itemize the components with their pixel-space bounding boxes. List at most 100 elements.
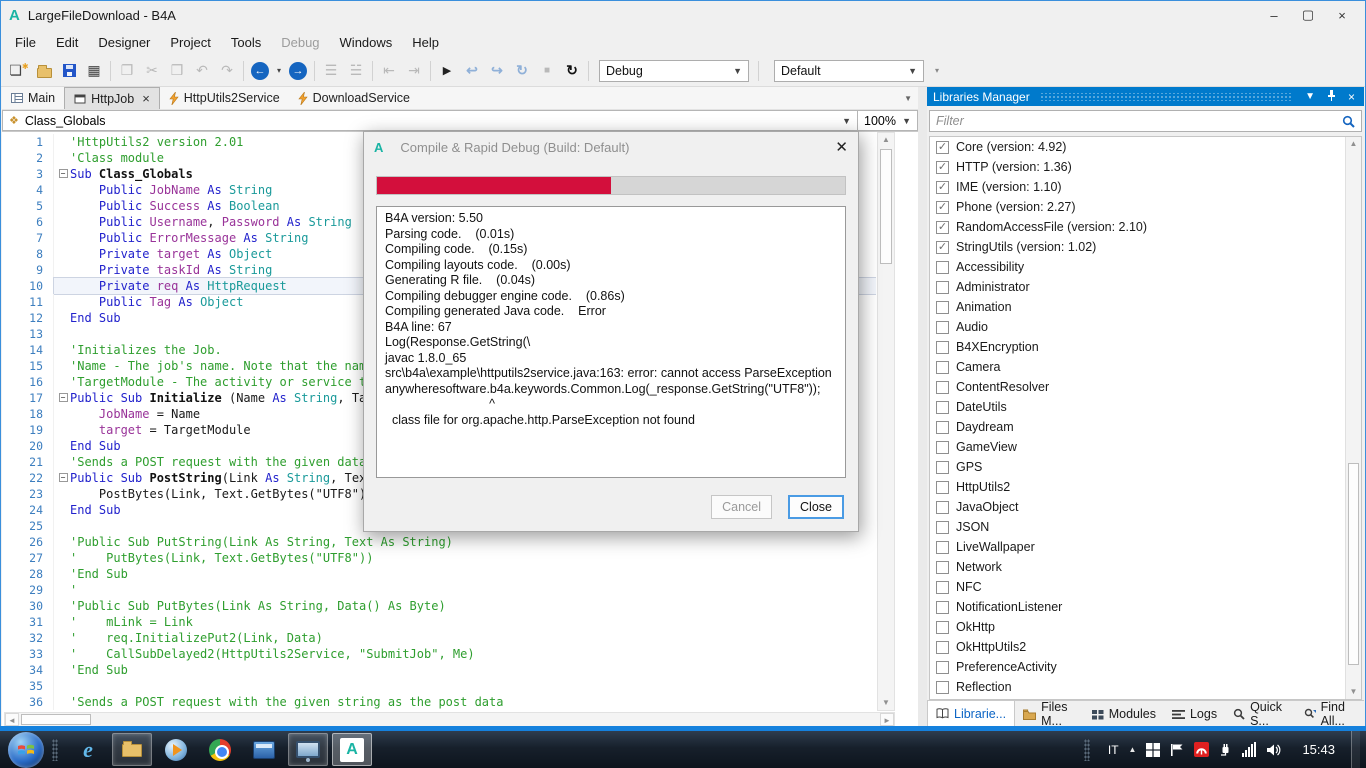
line-number[interactable]: 12 bbox=[2, 310, 54, 326]
navigate-forward-button[interactable]: → bbox=[286, 59, 310, 83]
checkbox[interactable] bbox=[936, 261, 949, 274]
cut-button[interactable]: ✂ bbox=[140, 59, 164, 83]
library-item[interactable]: JSON bbox=[930, 517, 1361, 537]
scroll-up-icon[interactable]: ▲ bbox=[878, 133, 894, 147]
language-indicator[interactable]: IT bbox=[1108, 743, 1119, 757]
library-item[interactable]: ✓HTTP (version: 1.36) bbox=[930, 157, 1361, 177]
list-scrollbar[interactable]: ▲ ▼ bbox=[1345, 137, 1361, 699]
line-number[interactable]: 28 bbox=[2, 566, 54, 582]
line-number[interactable]: 19 bbox=[2, 422, 54, 438]
checkbox[interactable] bbox=[936, 281, 949, 294]
fold-marker-icon[interactable]: − bbox=[56, 166, 70, 182]
paste-button[interactable]: ❒ bbox=[165, 59, 189, 83]
line-number[interactable]: 8 bbox=[2, 246, 54, 262]
code-line-36[interactable]: 36'Sends a POST request with the given s… bbox=[2, 694, 876, 710]
library-item[interactable]: JavaObject bbox=[930, 497, 1361, 517]
start-button[interactable] bbox=[8, 732, 44, 768]
app-window-button[interactable] bbox=[244, 733, 284, 766]
line-number[interactable]: 7 bbox=[2, 230, 54, 246]
fold-marker-icon[interactable]: − bbox=[56, 390, 70, 406]
code-line-30[interactable]: 30'Public Sub PutBytes(Link As String, D… bbox=[2, 598, 876, 614]
code-line-29[interactable]: 29' bbox=[2, 582, 876, 598]
close-button[interactable]: × bbox=[1327, 4, 1357, 26]
checkbox[interactable] bbox=[936, 481, 949, 494]
menu-windows[interactable]: Windows bbox=[330, 31, 403, 54]
line-number[interactable]: 16 bbox=[2, 374, 54, 390]
library-item[interactable]: HttpUtils2 bbox=[930, 477, 1361, 497]
line-number[interactable]: 34 bbox=[2, 662, 54, 678]
line-number[interactable]: 3 bbox=[2, 166, 54, 182]
pin-icon[interactable] bbox=[1324, 90, 1339, 104]
line-number[interactable]: 24 bbox=[2, 502, 54, 518]
checkbox[interactable] bbox=[936, 581, 949, 594]
panel-tab-findall[interactable]: Find All... bbox=[1296, 701, 1364, 727]
restart-button[interactable]: ↻ bbox=[560, 59, 584, 83]
line-number[interactable]: 33 bbox=[2, 646, 54, 662]
library-item[interactable]: OkHttpUtils2 bbox=[930, 637, 1361, 657]
b4a-taskbar-button[interactable]: A bbox=[332, 733, 372, 766]
panel-menu-icon[interactable]: ▼ bbox=[1302, 91, 1318, 102]
tab-httpjob[interactable]: HttpJob× bbox=[64, 87, 160, 109]
checkbox[interactable] bbox=[936, 541, 949, 554]
checkbox[interactable] bbox=[936, 601, 949, 614]
show-hidden-icons-button[interactable]: ▲ bbox=[1129, 745, 1137, 754]
library-item[interactable]: OkHttp bbox=[930, 617, 1361, 637]
library-item[interactable]: ContentResolver bbox=[930, 377, 1361, 397]
library-item[interactable]: ✓Phone (version: 2.27) bbox=[930, 197, 1361, 217]
menu-edit[interactable]: Edit bbox=[46, 31, 88, 54]
code-line-33[interactable]: 33' CallSubDelayed2(HttpUtils2Service, "… bbox=[2, 646, 876, 662]
checkbox[interactable] bbox=[936, 661, 949, 674]
library-item[interactable]: Accessibility bbox=[930, 257, 1361, 277]
scrollbar-thumb[interactable] bbox=[1348, 463, 1359, 665]
network-signal-icon[interactable] bbox=[1242, 742, 1256, 757]
editor-horizontal-scrollbar[interactable]: ◄ ► bbox=[4, 712, 895, 727]
redo-button[interactable]: ↷ bbox=[215, 59, 239, 83]
code-line-28[interactable]: 28'End Sub bbox=[2, 566, 876, 582]
scroll-up-icon[interactable]: ▲ bbox=[1346, 137, 1361, 151]
library-item[interactable]: NFC bbox=[930, 577, 1361, 597]
code-line-31[interactable]: 31' mLink = Link bbox=[2, 614, 876, 630]
checkbox[interactable] bbox=[936, 301, 949, 314]
menu-help[interactable]: Help bbox=[402, 31, 449, 54]
checkbox-checked[interactable]: ✓ bbox=[936, 161, 949, 174]
toolbar-overflow-icon[interactable]: ▾ bbox=[935, 66, 939, 75]
panel-tab-modules[interactable]: Modules bbox=[1084, 701, 1164, 727]
panel-splitter[interactable] bbox=[918, 87, 927, 727]
checkbox[interactable] bbox=[936, 561, 949, 574]
power-plug-icon[interactable] bbox=[1219, 743, 1232, 757]
line-number[interactable]: 5 bbox=[2, 198, 54, 214]
library-item[interactable]: Administrator bbox=[930, 277, 1361, 297]
line-number[interactable]: 29 bbox=[2, 582, 54, 598]
chrome-button[interactable] bbox=[200, 733, 240, 766]
code-line-26[interactable]: 26'Public Sub PutString(Link As String, … bbox=[2, 534, 876, 550]
stop-button[interactable]: ■ bbox=[535, 59, 559, 83]
library-item[interactable]: Daydream bbox=[930, 417, 1361, 437]
line-number[interactable]: 11 bbox=[2, 294, 54, 310]
panel-tab-search[interactable]: Quick S... bbox=[1225, 701, 1296, 727]
panel-tab-logs[interactable]: Logs bbox=[1164, 701, 1225, 727]
cancel-button[interactable]: Cancel bbox=[711, 495, 772, 519]
outdent-button[interactable]: ⇤ bbox=[377, 59, 401, 83]
code-line-32[interactable]: 32' req.InitializePut2(Link, Data) bbox=[2, 630, 876, 646]
copy-button[interactable]: ❐ bbox=[115, 59, 139, 83]
checkbox[interactable] bbox=[936, 441, 949, 454]
uncomment-button[interactable]: ☱ bbox=[344, 59, 368, 83]
panel-close-icon[interactable]: × bbox=[1345, 90, 1358, 104]
avira-antivirus-icon[interactable] bbox=[1194, 742, 1209, 757]
navigate-dropdown-button[interactable]: ▾ bbox=[273, 59, 285, 83]
scroll-down-icon[interactable]: ▼ bbox=[878, 696, 894, 710]
menu-project[interactable]: Project bbox=[160, 31, 220, 54]
checkbox[interactable] bbox=[936, 401, 949, 414]
menu-designer[interactable]: Designer bbox=[88, 31, 160, 54]
step-over-button[interactable]: ↪ bbox=[485, 59, 509, 83]
line-number[interactable]: 25 bbox=[2, 518, 54, 534]
windows-explorer-button[interactable] bbox=[112, 733, 152, 766]
library-item[interactable]: ✓IME (version: 1.10) bbox=[930, 177, 1361, 197]
new-project-button[interactable]: ❏✱ bbox=[7, 59, 31, 83]
line-number[interactable]: 14 bbox=[2, 342, 54, 358]
line-number[interactable]: 31 bbox=[2, 614, 54, 630]
library-item[interactable]: LiveWallpaper bbox=[930, 537, 1361, 557]
checkbox-checked[interactable]: ✓ bbox=[936, 221, 949, 234]
checkbox-checked[interactable]: ✓ bbox=[936, 241, 949, 254]
line-number[interactable]: 15 bbox=[2, 358, 54, 374]
